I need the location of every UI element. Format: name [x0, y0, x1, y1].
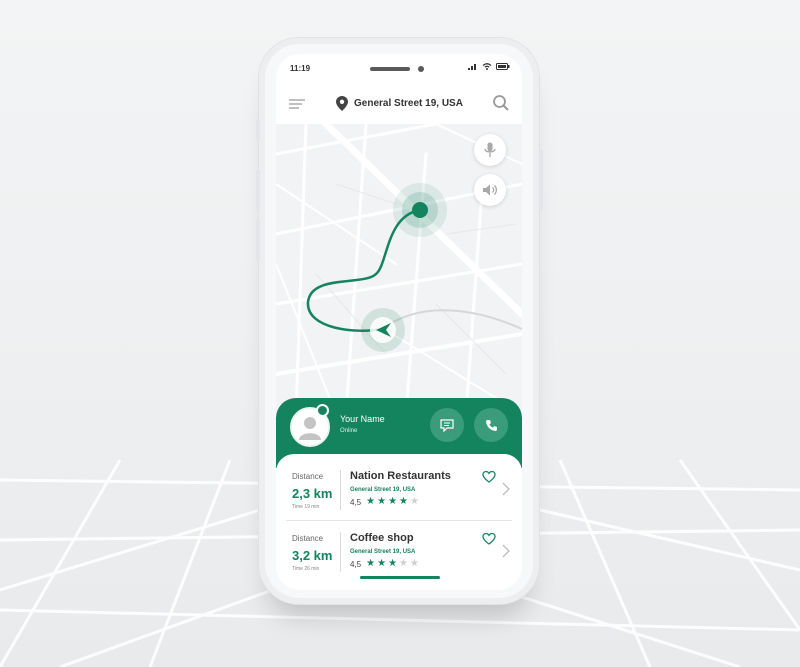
- location-label: General Street 19, USA: [354, 97, 463, 109]
- star-icon: ★: [388, 496, 398, 507]
- places-list: Distance 2,3 km Time 19 min Nation Resta…: [276, 454, 522, 590]
- star-icon: ★: [399, 496, 408, 507]
- divider: [340, 470, 341, 510]
- star-icon: ★: [388, 558, 398, 569]
- online-badge: [316, 404, 329, 417]
- divider: [340, 532, 341, 572]
- rating-value: 4,5: [350, 497, 362, 507]
- map-view[interactable]: [276, 124, 522, 414]
- rating: 4,5 ★ ★ ★ ★ ★: [350, 497, 419, 507]
- navigation-arrow-icon: [360, 307, 406, 353]
- distance-label: Distance: [292, 534, 324, 543]
- status-bar: 11:19: [276, 54, 522, 84]
- place-address: General Street 19, USA: [350, 487, 416, 493]
- list-item[interactable]: Distance 2,3 km Time 19 min Nation Resta…: [276, 458, 522, 521]
- star-icon: ★: [377, 558, 387, 569]
- wifi-icon: [482, 63, 492, 70]
- speaker-button[interactable]: [474, 174, 506, 206]
- call-button[interactable]: [474, 408, 508, 442]
- location-pin-icon: [336, 95, 348, 111]
- status-time: 11:19: [290, 64, 311, 73]
- place-name: Nation Restaurants: [350, 470, 451, 482]
- driver-name: Your Name: [340, 414, 385, 424]
- phone-side-button: [256, 120, 260, 140]
- app-header: General Street 19, USA: [276, 84, 522, 124]
- message-icon: [440, 418, 454, 432]
- home-indicator[interactable]: [360, 576, 440, 579]
- menu-icon[interactable]: [288, 96, 306, 112]
- route-line: [306, 208, 422, 332]
- destination-marker-icon[interactable]: [390, 180, 450, 240]
- phone-icon: [485, 419, 497, 431]
- travel-time: Time 26 min: [292, 566, 320, 572]
- message-button[interactable]: [430, 408, 464, 442]
- bottom-sheet: Your Name Online Distance 2,3 km Time 19…: [276, 398, 522, 590]
- star-icon: ★: [410, 558, 419, 569]
- microphone-icon: [484, 142, 496, 157]
- phone-side-button: [256, 170, 260, 210]
- place-address: General Street 19, USA: [350, 549, 416, 555]
- chevron-right-icon[interactable]: [502, 482, 510, 496]
- distance-value: 3,2 km: [292, 548, 333, 563]
- battery-icon: [496, 63, 510, 70]
- star-icon: ★: [399, 558, 408, 569]
- status-icons: [468, 63, 510, 70]
- speaker-icon: [483, 184, 498, 196]
- phone-camera: [418, 66, 424, 72]
- current-location[interactable]: General Street 19, USA: [336, 92, 463, 114]
- signal-icon: [468, 64, 476, 70]
- star-icon: ★: [366, 558, 376, 569]
- phone-screen: 11:19 General Street 19, USA Your Name O…: [276, 54, 522, 590]
- star-icon: ★: [377, 496, 387, 507]
- list-item[interactable]: Distance 3,2 km Time 26 min Coffee shop …: [276, 520, 522, 582]
- rating-value: 4,5: [350, 559, 362, 569]
- driver-status: Online: [340, 428, 358, 434]
- place-name: Coffee shop: [350, 532, 414, 544]
- phone-speaker: [370, 67, 410, 71]
- distance-label: Distance: [292, 472, 324, 481]
- search-icon[interactable]: [492, 94, 510, 112]
- travel-time: Time 19 min: [292, 504, 320, 510]
- distance-value: 2,3 km: [292, 486, 333, 501]
- favorite-heart-icon[interactable]: [482, 532, 496, 546]
- chevron-right-icon[interactable]: [502, 544, 510, 558]
- star-icon: ★: [366, 496, 376, 507]
- microphone-button[interactable]: [474, 134, 506, 166]
- favorite-heart-icon[interactable]: [482, 470, 496, 484]
- star-icon: ★: [410, 496, 419, 507]
- rating: 4,5 ★ ★ ★ ★ ★: [350, 559, 419, 569]
- phone-side-button: [256, 220, 260, 260]
- phone-power-button: [539, 150, 543, 210]
